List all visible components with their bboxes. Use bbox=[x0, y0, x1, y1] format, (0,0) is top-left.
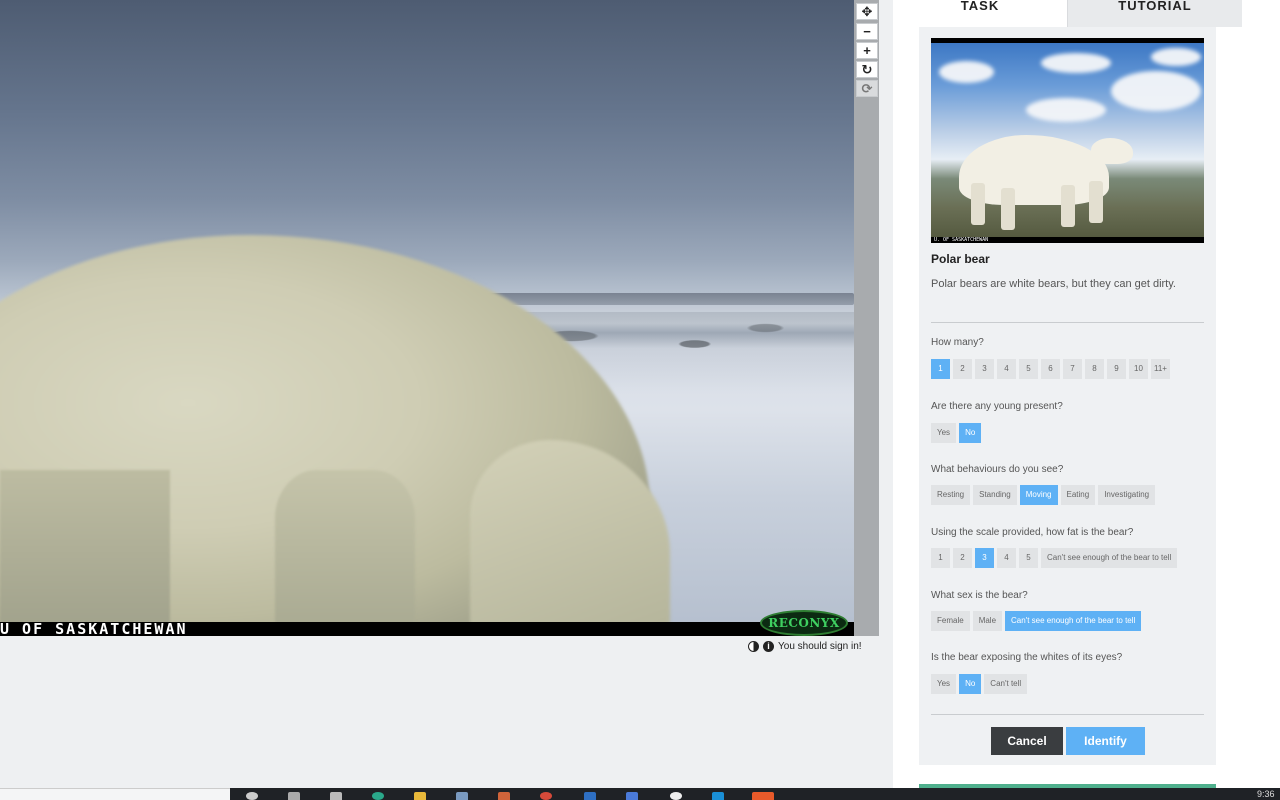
answer-option[interactable]: Yes bbox=[931, 423, 957, 443]
question-label: What sex is the bear? bbox=[931, 590, 1028, 601]
answer-option[interactable]: 10 bbox=[1129, 359, 1148, 379]
answer-group: Resting Standing Moving Eating Investigating bbox=[931, 485, 1156, 505]
panel-tabs: TASK TUTORIAL bbox=[893, 0, 1242, 27]
answer-option[interactable]: 8 bbox=[1085, 359, 1104, 379]
answer-option[interactable]: 7 bbox=[1063, 359, 1082, 379]
rotate-button[interactable]: ↻ bbox=[856, 61, 878, 78]
answer-option[interactable]: No bbox=[959, 674, 982, 694]
answer-option[interactable]: 6 bbox=[1041, 359, 1060, 379]
answer-group: 1 2 3 4 5 6 7 8 9 10 11+ bbox=[931, 359, 1170, 379]
calendar-icon[interactable] bbox=[626, 792, 638, 800]
answer-option[interactable]: 2 bbox=[953, 359, 972, 379]
answer-option[interactable]: Investigating bbox=[1098, 485, 1156, 505]
tab-tutorial[interactable]: TUTORIAL bbox=[1067, 0, 1242, 27]
active-app-icon[interactable] bbox=[752, 792, 774, 800]
app-icon[interactable] bbox=[330, 792, 342, 800]
file-explorer-icon[interactable] bbox=[414, 792, 426, 800]
answer-option[interactable]: 11+ bbox=[1151, 359, 1170, 379]
answer-option[interactable]: 4 bbox=[997, 548, 1016, 568]
move-button[interactable]: ✥ bbox=[856, 3, 878, 20]
horizon-treeline bbox=[470, 293, 854, 305]
zoom-in-button[interactable]: + bbox=[856, 42, 878, 59]
answer-option[interactable]: 2 bbox=[953, 548, 972, 568]
answer-option[interactable]: 4 bbox=[997, 359, 1016, 379]
answer-option[interactable]: Male bbox=[972, 611, 1003, 631]
zoom-out-button[interactable]: − bbox=[856, 23, 878, 40]
app-icon[interactable] bbox=[584, 792, 596, 800]
chrome-icon[interactable] bbox=[540, 792, 552, 800]
question-label: What behaviours do you see? bbox=[931, 464, 1064, 475]
answer-option[interactable]: 3 bbox=[975, 359, 994, 379]
rotate-icon: ↻ bbox=[861, 62, 873, 77]
identify-button[interactable]: Identify bbox=[1066, 727, 1145, 755]
zoom-in-icon: + bbox=[863, 43, 871, 58]
answer-option[interactable]: Female bbox=[931, 611, 970, 631]
zoom-out-icon: − bbox=[863, 24, 871, 39]
answer-option[interactable]: Resting bbox=[931, 485, 971, 505]
reset-icon: ⟳ bbox=[861, 81, 873, 96]
taskbar-clock: 9:36 bbox=[1257, 789, 1275, 799]
answer-option[interactable]: No bbox=[959, 423, 982, 443]
answer-option[interactable]: 1 bbox=[931, 359, 950, 379]
thumbnail-caption: U. OF SASKATCHEWAN bbox=[934, 237, 989, 243]
taskbar-search-area[interactable] bbox=[0, 788, 230, 800]
answer-option[interactable]: Moving bbox=[1019, 485, 1058, 505]
reset-button[interactable]: ⟳ bbox=[856, 80, 878, 97]
question-label: How many? bbox=[931, 337, 984, 348]
tab-task[interactable]: TASK bbox=[893, 0, 1067, 27]
question-label: Is the bear exposing the whites of its e… bbox=[931, 652, 1123, 663]
species-name: Polar bear bbox=[931, 252, 990, 266]
app-icon[interactable] bbox=[498, 792, 510, 800]
move-icon: ✥ bbox=[861, 4, 873, 19]
photo-caption: U OF SASKATCHEWAN bbox=[0, 620, 188, 636]
sign-in-note: You should sign in! bbox=[778, 640, 862, 652]
question-label: Are there any young present? bbox=[931, 401, 1063, 412]
subject-photo bbox=[0, 0, 854, 622]
subject-image-viewer[interactable]: U OF SASKATCHEWAN RECONYX bbox=[0, 0, 854, 636]
cancel-button[interactable]: Cancel bbox=[991, 727, 1063, 755]
viewer-footer: i You should sign in! bbox=[748, 638, 862, 654]
app-icon[interactable] bbox=[456, 792, 468, 800]
answer-option[interactable]: Yes bbox=[931, 674, 957, 694]
species-example-image: U. OF SASKATCHEWAN bbox=[931, 38, 1204, 243]
answer-option[interactable]: Can't see enough of the bear to tell bbox=[1005, 611, 1142, 631]
answer-option[interactable]: 9 bbox=[1107, 359, 1126, 379]
divider bbox=[931, 714, 1204, 715]
answer-option[interactable]: Standing bbox=[973, 485, 1017, 505]
divider bbox=[931, 322, 1204, 323]
reconyx-logo: RECONYX bbox=[760, 610, 848, 636]
answer-option[interactable]: Can't tell bbox=[984, 674, 1028, 694]
answer-group: Female Male Can't see enough of the bear t… bbox=[931, 611, 1142, 631]
answer-group: 1 2 3 4 5 Can't see enough of the bear to tel… bbox=[931, 548, 1178, 568]
browser-icon[interactable] bbox=[372, 792, 384, 800]
app-icon[interactable] bbox=[712, 792, 724, 800]
polar-bear-leg-front bbox=[0, 470, 170, 622]
answer-option[interactable]: Can't see enough of the bear to tell bbox=[1041, 548, 1178, 568]
polar-bear-leg-middle bbox=[275, 470, 415, 622]
answer-option[interactable]: 5 bbox=[1019, 359, 1038, 379]
answer-group: Yes No Can't tell bbox=[931, 674, 1028, 694]
answer-option[interactable]: 3 bbox=[975, 548, 994, 568]
answer-option[interactable]: 5 bbox=[1019, 548, 1038, 568]
answer-option[interactable]: Eating bbox=[1060, 485, 1096, 505]
invert-colors-icon[interactable] bbox=[748, 640, 759, 652]
species-description: Polar bears are white bears, but they ca… bbox=[931, 278, 1176, 290]
search-icon[interactable] bbox=[246, 792, 258, 800]
info-icon[interactable]: i bbox=[763, 640, 774, 652]
task-view-icon[interactable] bbox=[288, 792, 300, 800]
question-label: Using the scale provided, how fat is the… bbox=[931, 527, 1134, 538]
answer-option[interactable]: 1 bbox=[931, 548, 950, 568]
app-icon[interactable] bbox=[670, 792, 682, 800]
answer-group: Yes No bbox=[931, 423, 982, 443]
